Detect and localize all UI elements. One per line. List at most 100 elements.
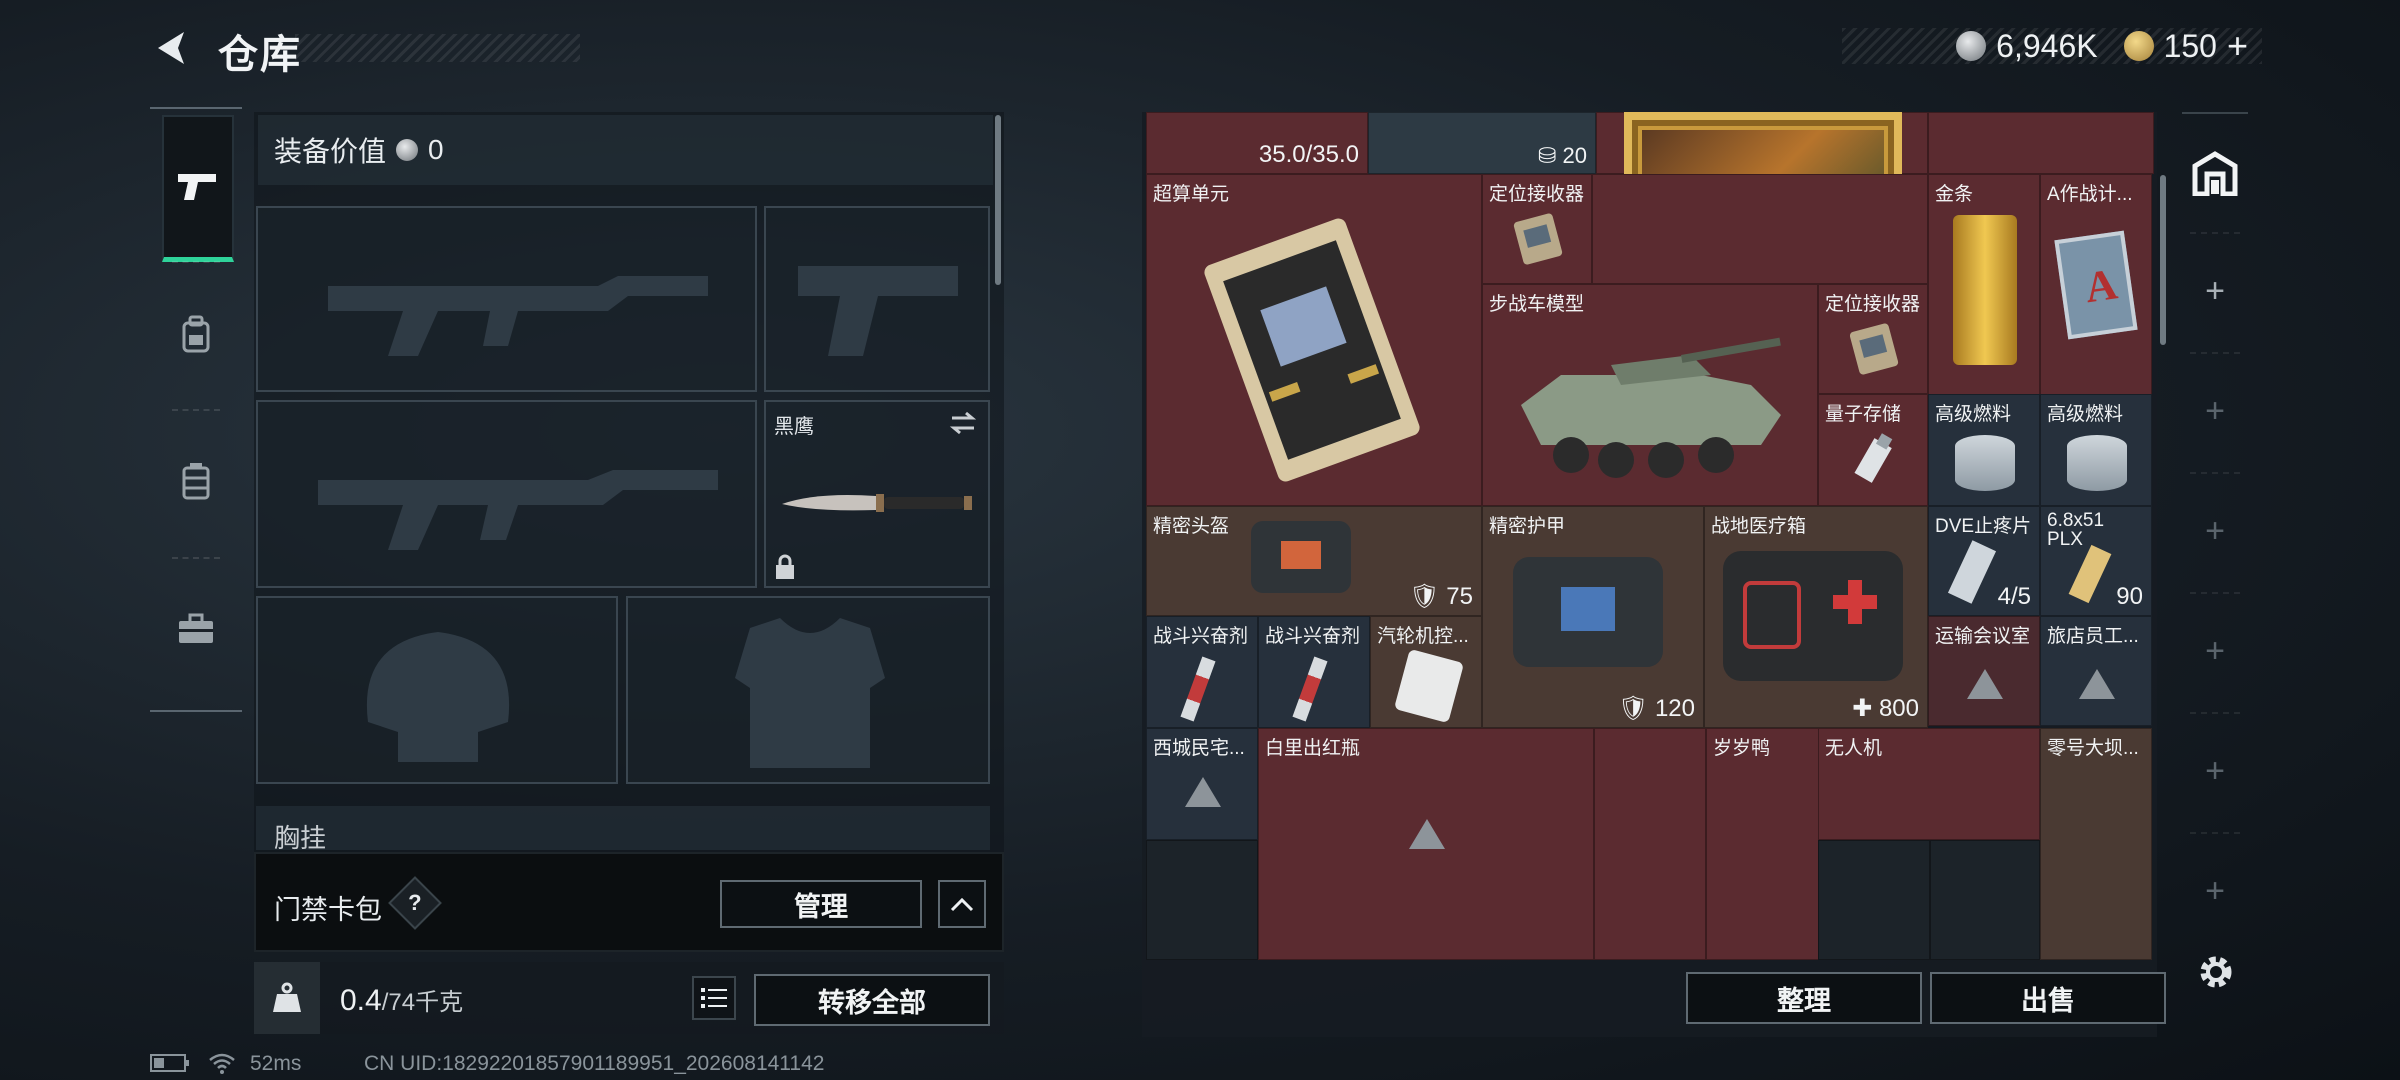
- manage-button[interactable]: 管理: [720, 880, 922, 928]
- pistol-silhouette-icon: [798, 266, 958, 356]
- title-decoration: [295, 34, 580, 62]
- inventory-item-top-2[interactable]: ⛁ 20: [1368, 112, 1596, 174]
- inventory-item[interactable]: 零号大坝...: [2040, 728, 2152, 960]
- add-container-button[interactable]: +: [2182, 392, 2248, 431]
- list-icon: [701, 988, 727, 1008]
- inventory-scrollbar[interactable]: [2160, 175, 2166, 345]
- settings-button[interactable]: [2196, 952, 2236, 992]
- coin-icon: [396, 139, 419, 161]
- gear-icon: [2200, 956, 2232, 988]
- item-count: ⛁ 20: [1537, 143, 1587, 168]
- folder-icon: A: [2054, 230, 2138, 340]
- shield-icon: 🛡: [1409, 583, 1440, 610]
- inventory-item[interactable]: 6.8x51 PLX 90: [2040, 506, 2152, 616]
- stimulant-icon: [1180, 656, 1216, 722]
- inventory-item[interactable]: 旅店员工...: [2040, 616, 2152, 726]
- swap-icon[interactable]: [948, 410, 978, 436]
- inventory-item[interactable]: 步战车模型: [1482, 284, 1818, 506]
- inventory-cell[interactable]: [1594, 728, 1706, 960]
- inventory-item[interactable]: 白里出红瓶: [1258, 728, 1594, 960]
- inventory-item[interactable]: 超算单元: [1146, 174, 1482, 506]
- currency-main-value: 6,946K: [1996, 27, 2098, 64]
- sell-button[interactable]: 出售: [1930, 972, 2166, 1024]
- receiver-icon: [1513, 213, 1563, 265]
- inventory-item[interactable]: 高级燃料: [1928, 394, 2040, 506]
- premium-coin-icon: [2123, 31, 2154, 61]
- usb-drive-icon: [1854, 433, 1893, 483]
- equipment-tabs: [150, 107, 242, 712]
- tab-backpack[interactable]: [162, 264, 230, 404]
- rifle-silhouette-icon: [318, 470, 718, 550]
- armor-silhouette-icon: [735, 618, 885, 768]
- inventory-item[interactable]: 金条: [1928, 174, 2040, 396]
- inventory-item[interactable]: 汽轮机控...: [1370, 616, 1482, 728]
- transfer-all-button[interactable]: 转移全部: [754, 974, 990, 1026]
- primary-weapon-slot[interactable]: [256, 206, 757, 392]
- equipment-scrollbar[interactable]: [995, 115, 1001, 285]
- wifi-icon: [209, 1053, 235, 1074]
- chest-rig-label: 胸挂: [274, 823, 327, 850]
- helmet-slot[interactable]: [256, 596, 618, 784]
- add-container-button[interactable]: +: [2182, 632, 2248, 671]
- add-container-button[interactable]: +: [2182, 512, 2248, 551]
- sidearm-slot[interactable]: [764, 206, 990, 392]
- inventory-item-top-1[interactable]: 35.0/35.0: [1146, 112, 1368, 174]
- inventory-item[interactable]: 定位接收器: [1482, 174, 1592, 284]
- inventory-item[interactable]: 运输会议室: [1928, 616, 2040, 726]
- add-container-button[interactable]: +: [2182, 872, 2248, 911]
- inventory-item[interactable]: 精密护甲 🛡 120: [1482, 506, 1704, 728]
- help-icon[interactable]: ?: [388, 876, 442, 930]
- medkit-icon: [1723, 551, 1903, 681]
- empty-cell[interactable]: [1818, 840, 1930, 960]
- ammo-icon: [2068, 544, 2112, 604]
- empty-cell[interactable]: [1146, 840, 1258, 960]
- melee-slot[interactable]: 黑鹰: [764, 400, 990, 588]
- unknown-item-icon: [1409, 819, 1445, 849]
- tab-case[interactable]: [162, 559, 230, 699]
- tab-vest[interactable]: [162, 411, 230, 551]
- page-title: 仓库: [218, 33, 302, 77]
- stash-icon: [2192, 151, 2238, 196]
- lock-icon: [776, 554, 794, 579]
- pill-icon: [1947, 540, 1997, 604]
- inventory-item-top-3[interactable]: [1928, 112, 2154, 174]
- currency-bar: 6,946K 150 +: [1842, 25, 2262, 67]
- inventory-item[interactable]: 战斗兴奋剂: [1258, 616, 1370, 728]
- inventory-item[interactable]: 量子存储: [1818, 394, 1928, 506]
- unknown-item-icon: [1967, 669, 2003, 699]
- inventory-item[interactable]: 西城民宅...: [1146, 728, 1258, 840]
- weight-icon: [273, 982, 301, 1012]
- inventory-item[interactable]: 定位接收器: [1818, 284, 1928, 394]
- expand-button[interactable]: [938, 880, 986, 928]
- inventory-item[interactable]: 精密头盔 🛡 75: [1146, 506, 1482, 616]
- empty-cell[interactable]: [1930, 840, 2040, 960]
- durability: 🛡 120: [1617, 695, 1695, 722]
- inventory-item[interactable]: 无人机: [1818, 728, 2040, 840]
- tab-weapons[interactable]: [162, 115, 234, 262]
- add-currency-button[interactable]: +: [2227, 25, 2248, 67]
- chest-rig-slot[interactable]: 胸挂: [256, 806, 990, 850]
- weight-value: 0.4/74千克: [340, 984, 464, 1017]
- add-container-button[interactable]: +: [2182, 272, 2248, 311]
- inventory-item[interactable]: A作战计... A: [2040, 174, 2152, 396]
- armor-slot[interactable]: [626, 596, 990, 784]
- inventory-item[interactable]: 高级燃料: [2040, 394, 2152, 506]
- ifv-model-icon: [1521, 337, 1781, 478]
- durability: 🛡 75: [1409, 583, 1473, 610]
- melee-item-name: 黑鹰: [774, 416, 814, 438]
- add-container-button[interactable]: +: [2182, 752, 2248, 791]
- painting-item[interactable]: [1592, 174, 1928, 284]
- sort-button[interactable]: 整理: [1686, 972, 1922, 1024]
- inventory-item[interactable]: 战斗兴奋剂: [1146, 616, 1258, 728]
- vest-icon: [182, 463, 210, 500]
- currency-premium-value: 150: [2163, 27, 2217, 64]
- stash-tab[interactable]: [2182, 112, 2248, 232]
- back-button[interactable]: [150, 26, 194, 70]
- inventory-item[interactable]: DVE止疼片 4/5: [1928, 506, 2040, 616]
- back-arrow-icon: [158, 32, 184, 64]
- chevron-up-icon: [950, 897, 974, 912]
- stimulant-icon: [1292, 656, 1328, 722]
- list-view-button[interactable]: [692, 976, 736, 1020]
- inventory-item[interactable]: 战地医疗箱 ✚ 800: [1704, 506, 1928, 728]
- secondary-weapon-slot[interactable]: [256, 400, 757, 588]
